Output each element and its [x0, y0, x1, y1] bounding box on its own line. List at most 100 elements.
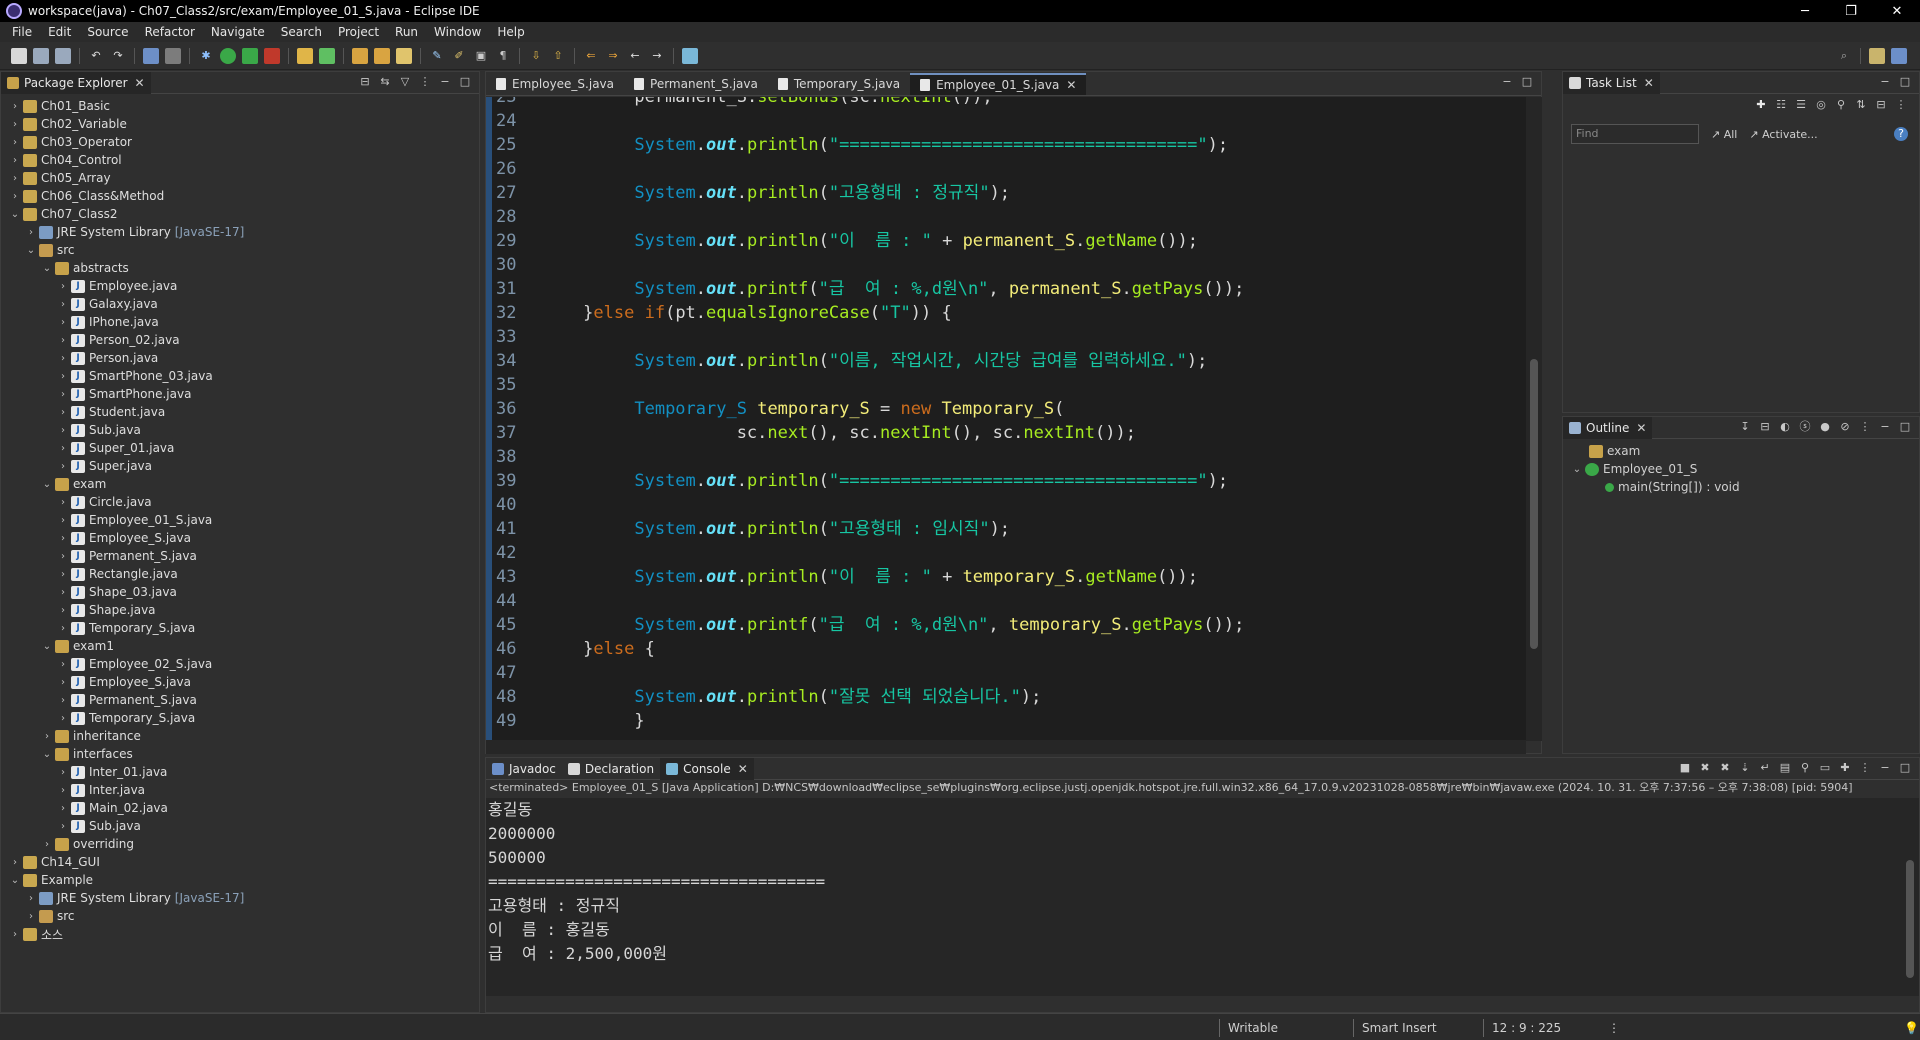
chevron-right-icon[interactable]: › — [57, 587, 69, 598]
minimize-button[interactable]: ─ — [1782, 0, 1828, 22]
forward-history-icon[interactable]: ⇒ — [605, 48, 621, 64]
terminate-icon[interactable]: ■ — [1678, 761, 1692, 775]
open-type-icon[interactable] — [352, 47, 368, 64]
scheduled-icon[interactable]: ☰ — [1794, 98, 1808, 112]
open-perspective-icon[interactable] — [1869, 48, 1885, 64]
display-console-icon[interactable]: ▭ — [1818, 761, 1832, 775]
tab-declaration[interactable]: Declaration — [562, 758, 660, 780]
close-icon[interactable]: ✕ — [1644, 76, 1654, 90]
minimize-icon[interactable]: − — [438, 75, 452, 89]
menu-search[interactable]: Search — [273, 25, 330, 39]
tree-item[interactable]: › JRE System Library [JavaSE-17] — [1, 223, 479, 241]
chevron-right-icon[interactable]: › — [57, 767, 69, 778]
minimize-icon[interactable]: − — [1878, 420, 1892, 434]
editor-vertical-scrollbar[interactable] — [1526, 97, 1542, 741]
run-icon[interactable] — [220, 47, 236, 64]
tree-item[interactable]: › Ch02_Variable — [1, 115, 479, 133]
hide-completed-icon[interactable]: ◎ — [1814, 98, 1828, 112]
view-menu-icon[interactable]: ⋮ — [418, 75, 432, 89]
chevron-right-icon[interactable]: › — [57, 299, 69, 310]
tab-console[interactable]: Console ✕ — [660, 757, 754, 780]
chevron-right-icon[interactable]: › — [9, 173, 21, 184]
chevron-right-icon[interactable]: › — [57, 515, 69, 526]
console-output[interactable]: 홍길동 2000000 500000 ========================… — [486, 798, 1901, 996]
save-icon[interactable] — [33, 47, 49, 64]
chevron-right-icon[interactable]: › — [9, 137, 21, 148]
tree-item[interactable]: ⌄ abstracts — [1, 259, 479, 277]
tree-item[interactable]: › J Person.java — [1, 349, 479, 367]
chevron-right-icon[interactable]: › — [57, 659, 69, 670]
collapse-all-icon[interactable]: ⊟ — [358, 75, 372, 89]
minimize-icon[interactable]: − — [1878, 761, 1892, 775]
external-tools-icon[interactable] — [264, 47, 280, 64]
tree-item[interactable]: › Ch01_Basic — [1, 97, 479, 115]
editor-horizontal-scrollbar[interactable] — [486, 740, 1526, 754]
hide-fields-icon[interactable]: ◐ — [1778, 420, 1792, 434]
tree-item[interactable]: ⌄ interfaces — [1, 745, 479, 763]
maximize-button[interactable]: ❐ — [1828, 0, 1874, 22]
tree-item[interactable]: › Ch14_GUI — [1, 853, 479, 871]
chevron-right-icon[interactable]: › — [57, 605, 69, 616]
chevron-right-icon[interactable]: › — [57, 353, 69, 364]
minimize-icon[interactable]: − — [1878, 75, 1892, 89]
pin-console-icon[interactable]: ⚲ — [1798, 761, 1812, 775]
editor-tab[interactable]: Temporary_S.java — [768, 73, 910, 95]
tab-package-explorer[interactable]: Package Explorer ✕ — [1, 71, 151, 94]
tree-item[interactable]: › J Main_02.java — [1, 799, 479, 817]
chevron-down-icon[interactable]: ⌄ — [41, 749, 53, 760]
outline-item-package[interactable]: exam — [1563, 442, 1919, 460]
tree-item[interactable]: › J Employee_02_S.java — [1, 655, 479, 673]
hide-static-icon[interactable]: ⓢ — [1798, 420, 1812, 434]
maximize-icon[interactable]: □ — [1898, 420, 1912, 434]
open-task-icon[interactable] — [374, 47, 390, 64]
coverage-icon[interactable] — [242, 47, 258, 64]
categorized-icon[interactable]: ☷ — [1774, 98, 1788, 112]
tree-item[interactable]: › J Super_01.java — [1, 439, 479, 457]
tree-item[interactable]: › src — [1, 907, 479, 925]
chevron-down-icon[interactable]: ⌄ — [9, 875, 21, 886]
maximize-icon[interactable]: □ — [1898, 761, 1912, 775]
debug-icon[interactable]: ✱ — [198, 48, 214, 64]
scroll-lock-icon[interactable]: ⇣ — [1738, 761, 1752, 775]
tree-item[interactable]: › J Circle.java — [1, 493, 479, 511]
tree-item[interactable]: ⌄ Example — [1, 871, 479, 889]
chevron-right-icon[interactable]: › — [25, 227, 37, 238]
chevron-right-icon[interactable]: › — [57, 335, 69, 346]
chevron-right-icon[interactable]: › — [9, 929, 21, 940]
menu-project[interactable]: Project — [330, 25, 387, 39]
chevron-right-icon[interactable]: › — [57, 623, 69, 634]
new-java-package-icon[interactable] — [297, 47, 313, 64]
tree-item[interactable]: › J SmartPhone_03.java — [1, 367, 479, 385]
forward-icon[interactable]: → — [649, 48, 665, 64]
previous-annotation-icon[interactable]: ⇧ — [550, 48, 566, 64]
chevron-right-icon[interactable]: › — [57, 533, 69, 544]
chevron-down-icon[interactable]: ⌄ — [1571, 464, 1583, 475]
show-on-output-icon[interactable]: ▤ — [1778, 761, 1792, 775]
view-menu-icon[interactable]: ⋮ — [1858, 420, 1872, 434]
tree-item[interactable]: › J Employee.java — [1, 277, 479, 295]
undo-icon[interactable]: ↶ — [88, 48, 104, 64]
tree-item[interactable]: › J Super.java — [1, 457, 479, 475]
editor-tab[interactable]: Permanent_S.java — [624, 73, 768, 95]
tree-item[interactable]: › J Employee_S.java — [1, 673, 479, 691]
tree-item[interactable]: › J Permanent_S.java — [1, 691, 479, 709]
tree-item[interactable]: › 소스 — [1, 925, 479, 943]
skip-breakpoints-icon[interactable] — [165, 47, 181, 64]
tree-item[interactable]: › J Employee_S.java — [1, 529, 479, 547]
chevron-right-icon[interactable]: › — [25, 893, 37, 904]
tree-item[interactable]: › J IPhone.java — [1, 313, 479, 331]
next-annotation-icon[interactable]: ⇩ — [528, 48, 544, 64]
close-window-button[interactable]: ✕ — [1874, 0, 1920, 22]
maximize-icon[interactable]: □ — [1898, 75, 1912, 89]
tip-lightbulb-icon[interactable]: 💡 — [1896, 1019, 1919, 1037]
chevron-right-icon[interactable]: › — [57, 407, 69, 418]
tree-item[interactable]: › J Person_02.java — [1, 331, 479, 349]
help-icon[interactable]: ? — [1894, 127, 1908, 141]
tree-item[interactable]: › overriding — [1, 835, 479, 853]
sort-icon[interactable]: ↧ — [1738, 420, 1752, 434]
chevron-right-icon[interactable]: › — [57, 443, 69, 454]
collapse-all-icon[interactable]: ⊟ — [1758, 420, 1772, 434]
chevron-right-icon[interactable]: › — [57, 713, 69, 724]
chevron-right-icon[interactable]: › — [57, 677, 69, 688]
toggle-breadcrumb-icon[interactable]: ✐ — [451, 48, 467, 64]
